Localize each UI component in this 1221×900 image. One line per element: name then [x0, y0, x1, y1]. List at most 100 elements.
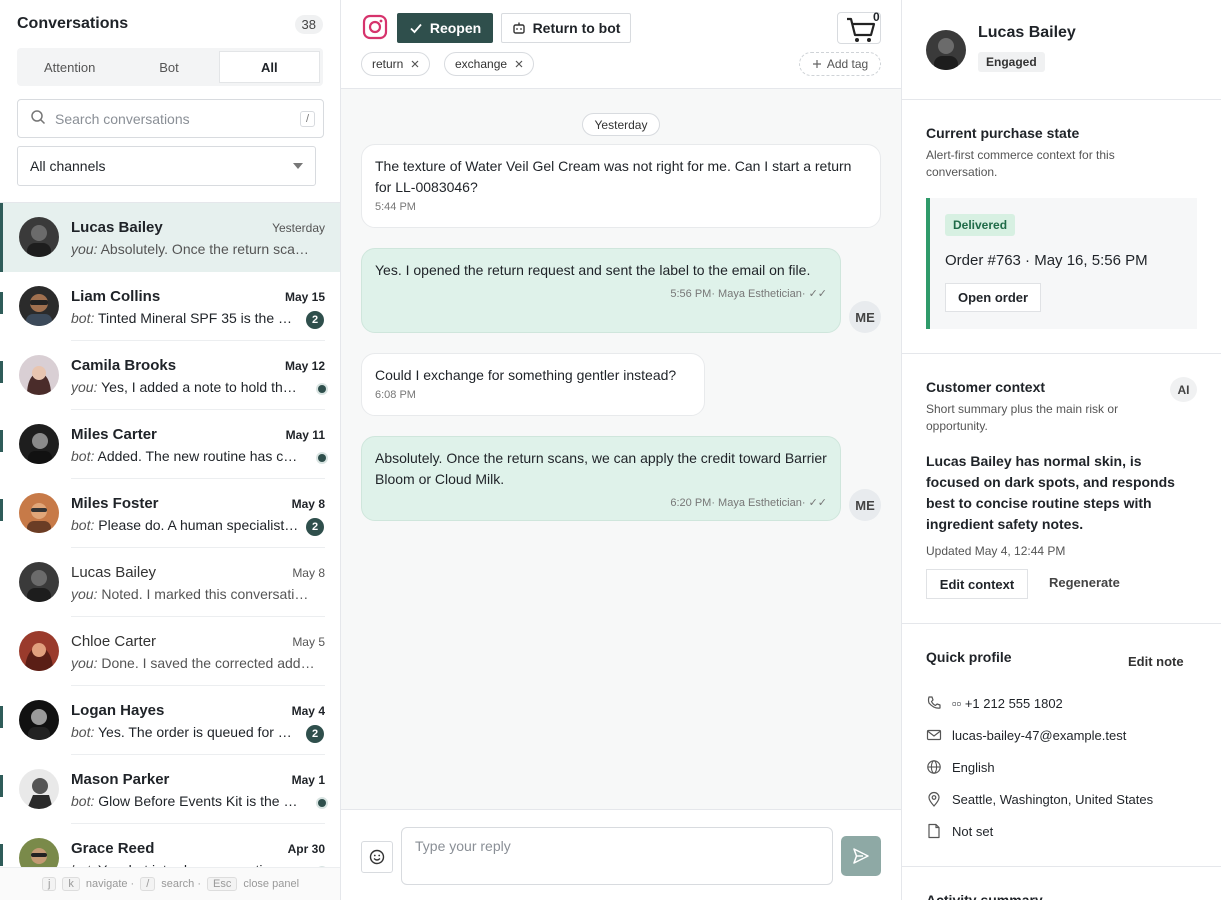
- message-preview: bot: Tinted Mineral SPF 35 is the sheer …: [71, 310, 299, 326]
- regenerate-button[interactable]: Regenerate: [1049, 575, 1120, 590]
- list-item[interactable]: Logan Hayes May 4 bot: Yes. The order is…: [0, 686, 340, 755]
- section-title: Quick profile: [926, 649, 1012, 665]
- conversation-count-badge: 38: [294, 14, 323, 34]
- message-preview: bot: Yes. The order is queued for dispat…: [71, 724, 299, 740]
- avatar: [19, 286, 59, 326]
- mail-icon: [926, 729, 942, 741]
- contact-name: Liam Collins: [71, 288, 161, 305]
- unread-indicator: [0, 361, 3, 383]
- agent-avatar: ME: [849, 489, 881, 521]
- updated-timestamp: Updated May 4, 12:44 PM: [926, 544, 1066, 558]
- profile-phone: ▫▫ +1 212 555 1802: [926, 693, 1063, 713]
- conversation-date: May 15: [284, 290, 325, 304]
- search-input[interactable]: Search conversations /: [17, 99, 324, 138]
- location-pin-icon: [928, 791, 940, 807]
- message-meta: 6:20 PM· Maya Esthetician· ✓✓: [670, 497, 827, 509]
- chevron-down-icon: [293, 163, 303, 169]
- globe-icon: [927, 760, 941, 774]
- reply-composer: Type your reply: [341, 809, 901, 900]
- conversation-date: May 8: [291, 497, 325, 511]
- channel-select[interactable]: All channels: [17, 146, 316, 186]
- emoji-button[interactable]: [361, 841, 393, 873]
- search-icon: [30, 109, 46, 128]
- list-item[interactable]: Liam Collins May 15 bot: Tinted Mineral …: [0, 272, 340, 341]
- message-preview: bot: Please do. A human specialist will …: [71, 517, 299, 533]
- list-item[interactable]: Mason Parker May 1 bot: Glow Before Even…: [0, 755, 340, 824]
- customer-name: Lucas Bailey: [978, 24, 1076, 41]
- message-time: 6:08 PM: [375, 389, 416, 401]
- list-item[interactable]: Miles Foster May 8 bot: Please do. A hum…: [0, 479, 340, 548]
- message-preview: bot: Glow Before Events Kit is the gift …: [71, 793, 299, 809]
- contact-name: Mason Parker: [71, 771, 170, 788]
- list-item[interactable]: Lucas Bailey May 8 you: Noted. I marked …: [0, 548, 340, 617]
- segment-all[interactable]: All: [218, 51, 320, 83]
- section-title: Customer context: [926, 379, 1046, 395]
- contact-name: Lucas Bailey: [71, 219, 163, 236]
- edit-context-button[interactable]: Edit context: [926, 569, 1028, 599]
- tag-chip[interactable]: return: [361, 52, 431, 76]
- day-separator: Yesterday: [582, 113, 660, 136]
- contact-name: Miles Carter: [71, 426, 157, 443]
- status-badge: Engaged: [978, 52, 1045, 72]
- reopen-button[interactable]: Reopen: [397, 13, 493, 43]
- avatar: [926, 30, 966, 70]
- contact-name: Logan Hayes: [71, 702, 165, 719]
- section-title: Current purchase state: [926, 125, 1080, 141]
- agent-avatar: ME: [849, 301, 881, 333]
- conversation-list: Lucas Bailey Yesterday you: Absolutely. …: [0, 202, 340, 893]
- unread-count-badge: 2: [306, 311, 324, 329]
- avatar: [19, 355, 59, 395]
- double-check-icon: ✓✓: [808, 288, 827, 300]
- sidebar-title: Conversations: [17, 15, 129, 32]
- message-preview: you: Noted. I marked this conversation f…: [71, 586, 316, 602]
- message-meta: 5:56 PM· Maya Esthetician· ✓✓: [670, 288, 827, 300]
- list-item[interactable]: Lucas Bailey Yesterday you: Absolutely. …: [0, 203, 340, 272]
- unread-dot: [318, 385, 326, 393]
- list-item[interactable]: Camila Brooks May 12 you: Yes, I added a…: [0, 341, 340, 410]
- list-item[interactable]: Miles Carter May 11 bot: Added. The new …: [0, 410, 340, 479]
- avatar: [19, 217, 59, 257]
- list-item[interactable]: Chloe Carter May 5 you: Done. I saved th…: [0, 617, 340, 686]
- conversation-date: May 12: [284, 359, 325, 373]
- order-summary: Order #763 · May 16, 5:56 PM: [945, 252, 1148, 269]
- conversation-date: May 8: [292, 566, 325, 580]
- edit-note-button[interactable]: Edit note: [1128, 654, 1184, 669]
- unread-indicator: [0, 844, 3, 866]
- smile-icon: [369, 849, 385, 865]
- section-subtitle: Short summary plus the main risk or oppo…: [926, 402, 1119, 433]
- unread-indicator: [0, 292, 3, 314]
- send-icon: [853, 848, 869, 864]
- avatar: [19, 424, 59, 464]
- message-text: Absolutely. Once the return scans, we ca…: [375, 450, 827, 487]
- close-icon: [411, 60, 419, 68]
- section-subtitle: Alert-first commerce context for this co…: [926, 148, 1115, 179]
- avatar: [19, 562, 59, 602]
- avatar: [19, 700, 59, 740]
- message-preview: you: Absolutely. Once the return scans, …: [71, 241, 316, 257]
- note-icon: [928, 823, 940, 839]
- reply-input[interactable]: Type your reply: [401, 827, 833, 885]
- customer-header: Lucas Bailey Engaged: [902, 0, 1221, 100]
- close-icon: [515, 60, 523, 68]
- profile-note: Not set: [926, 821, 993, 841]
- tag-chip[interactable]: exchange: [444, 52, 535, 76]
- unread-indicator: [0, 430, 3, 452]
- keyboard-hints: j k navigate · / search · Esc close pane…: [0, 867, 340, 900]
- message-text: The texture of Water Veil Gel Cream was …: [375, 158, 852, 195]
- conversation-sidebar: Conversations 38 Attention Bot All Searc…: [0, 0, 341, 900]
- open-order-button[interactable]: Open order: [945, 283, 1042, 312]
- send-button[interactable]: [841, 836, 881, 876]
- section-title: Activity summary: [926, 892, 1043, 900]
- return-to-bot-button[interactable]: Return to bot: [501, 13, 631, 43]
- selected-indicator: [0, 203, 3, 272]
- segment-bot[interactable]: Bot: [119, 51, 218, 83]
- avatar: [19, 493, 59, 533]
- check-icon: [410, 23, 422, 34]
- segment-attention[interactable]: Attention: [20, 51, 119, 83]
- avatar: [19, 769, 59, 809]
- message-preview: bot: Added. The new routine has cleanser…: [71, 448, 299, 464]
- contact-name: Camila Brooks: [71, 357, 177, 374]
- add-tag-button[interactable]: Add tag: [799, 52, 881, 76]
- message-text: Yes. I opened the return request and sen…: [375, 262, 811, 278]
- message-preview: you: Done. I saved the corrected address…: [71, 655, 316, 671]
